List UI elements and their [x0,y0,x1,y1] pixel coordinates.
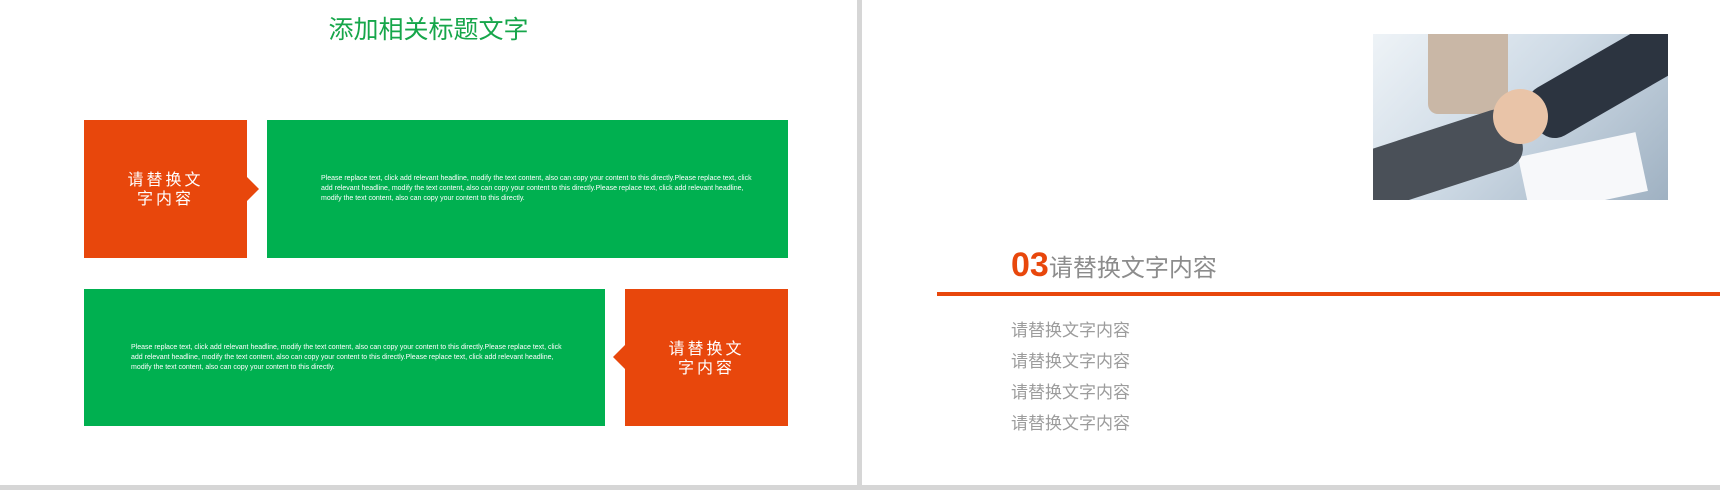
list-item[interactable]: 请替换文字内容 [1011,347,1130,378]
row2-body-text: Please replace text, click add relevant … [131,343,562,371]
row2-text-box[interactable]: Please replace text, click add relevant … [84,289,605,426]
section-heading[interactable]: 03请替换文字内容 [1011,246,1217,285]
slide-left[interactable]: 添加相关标题文字 请替换文 字内容 Please replace text, c… [0,0,857,485]
row1-pointer-arrow [247,177,259,201]
heading-divider [937,292,1720,296]
slide-title[interactable]: 添加相关标题文字 [0,10,857,46]
list-item[interactable]: 请替换文字内容 [1011,316,1130,347]
list-item[interactable]: 请替换文字内容 [1011,409,1130,440]
slides-canvas: 添加相关标题文字 请替换文 字内容 Please replace text, c… [0,0,1720,490]
row2-label-line2: 字内容 [677,357,735,377]
row1-label-line2: 字内容 [136,189,194,208]
row2-pointer-arrow [613,345,625,369]
row1-body-text: Please replace text, click add relevant … [321,175,752,202]
row2-label-box[interactable]: 请替换文 字内容 [625,289,788,426]
list-item[interactable]: 请替换文字内容 [1011,378,1130,409]
photo-handshake [1493,89,1548,144]
section-heading-text: 请替换文字内容 [1048,254,1217,282]
handshake-photo[interactable] [1373,34,1668,200]
photo-contract-paper [1518,132,1648,200]
row1-label-line1: 请替换文 [127,170,204,189]
slide-right[interactable]: 03请替换文字内容 请替换文字内容 请替换文字内容 请替换文字内容 请替换文字内… [862,0,1720,485]
row2-label-line1: 请替换文 [668,338,745,358]
row1-label-box[interactable]: 请替换文 字内容 [84,120,247,258]
content-list: 请替换文字内容 请替换文字内容 请替换文字内容 请替换文字内容 [1011,316,1130,440]
row1-text-box[interactable]: Please replace text, click add relevant … [267,120,788,258]
section-number: 03 [1011,246,1049,284]
